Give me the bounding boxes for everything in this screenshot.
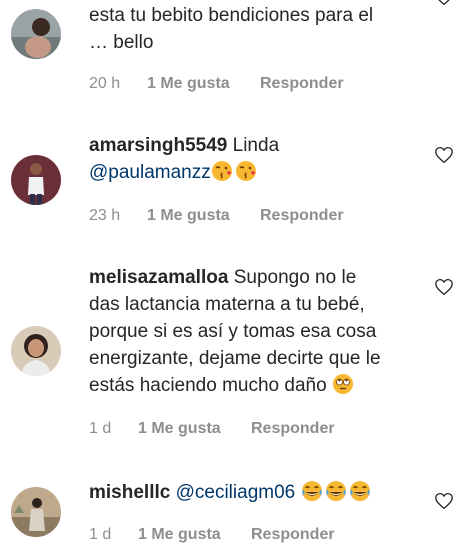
comment-username[interactable]: amarsingh5549 <box>89 135 227 156</box>
avatar-photo <box>11 487 61 537</box>
like-heart-icon[interactable] <box>434 278 454 296</box>
comment-time[interactable]: 1 d <box>89 420 138 438</box>
avatar-photo <box>11 9 61 59</box>
tears-of-joy-face-icon <box>349 481 370 501</box>
comment-likes[interactable]: 1 Me gusta <box>147 207 260 225</box>
comment-meta: 20 h 1 Me gusta Responder <box>89 75 344 93</box>
avatar[interactable] <box>11 155 61 205</box>
avatar-photo <box>11 155 61 205</box>
reply-button[interactable]: Responder <box>260 75 344 93</box>
reply-button[interactable]: Responder <box>260 207 344 225</box>
reply-button[interactable]: Responder <box>251 526 335 544</box>
eye-roll-face-icon <box>332 374 353 394</box>
comment-line: … bello <box>89 32 154 53</box>
kiss-face-icon <box>211 161 232 181</box>
avatar[interactable] <box>11 326 61 376</box>
comment-line: porque si es así y tomas esa cosa <box>89 321 377 342</box>
comment-text: melisazamalloa Supongo no le das lactanc… <box>89 264 419 399</box>
comment-likes[interactable]: 1 Me gusta <box>138 526 251 544</box>
reply-button[interactable]: Responder <box>251 420 335 438</box>
comment-line: esta tu bebito bendiciones para el <box>89 5 374 26</box>
comment-username[interactable]: melisazamalloa <box>89 267 228 288</box>
comment-username[interactable]: mishelllc <box>89 482 170 503</box>
comment-meta: 1 d 1 Me gusta Responder <box>89 420 335 438</box>
comment-text: mishelllc @ceciliagm06 <box>89 479 419 506</box>
comment-body: Linda <box>232 135 280 156</box>
comment-text: esta tu bebito bendiciones para el … bel… <box>89 2 419 56</box>
tears-of-joy-face-icon <box>325 481 346 501</box>
comment-line: energizante, dejame decirte que le <box>89 348 381 369</box>
comment-meta: 23 h 1 Me gusta Responder <box>89 207 344 225</box>
like-heart-icon[interactable] <box>434 492 454 510</box>
avatar[interactable] <box>11 487 61 537</box>
kiss-face-icon <box>235 161 256 181</box>
comment-time[interactable]: 23 h <box>89 207 147 225</box>
comment-line: das lactancia materna a tu bebé, <box>89 294 365 315</box>
comment-likes[interactable]: 1 Me gusta <box>147 75 260 93</box>
comment-line: estás haciendo mucho daño <box>89 375 327 396</box>
like-heart-icon[interactable] <box>434 146 454 164</box>
mention-link[interactable]: @paulamanzz <box>89 162 211 183</box>
comment-body: Supongo no le <box>233 267 357 288</box>
comment-meta: 1 d 1 Me gusta Responder <box>89 526 335 544</box>
comment-time[interactable]: 1 d <box>89 526 138 544</box>
avatar-photo <box>11 326 61 376</box>
avatar[interactable] <box>11 9 61 59</box>
mention-link[interactable]: @ceciliagm06 <box>176 482 296 503</box>
comment-text: amarsingh5549 Linda @paulamanzz <box>89 132 419 186</box>
comment-likes[interactable]: 1 Me gusta <box>138 420 251 438</box>
like-heart-icon[interactable] <box>434 0 454 6</box>
comment-time[interactable]: 20 h <box>89 75 147 93</box>
tears-of-joy-face-icon <box>301 481 322 501</box>
